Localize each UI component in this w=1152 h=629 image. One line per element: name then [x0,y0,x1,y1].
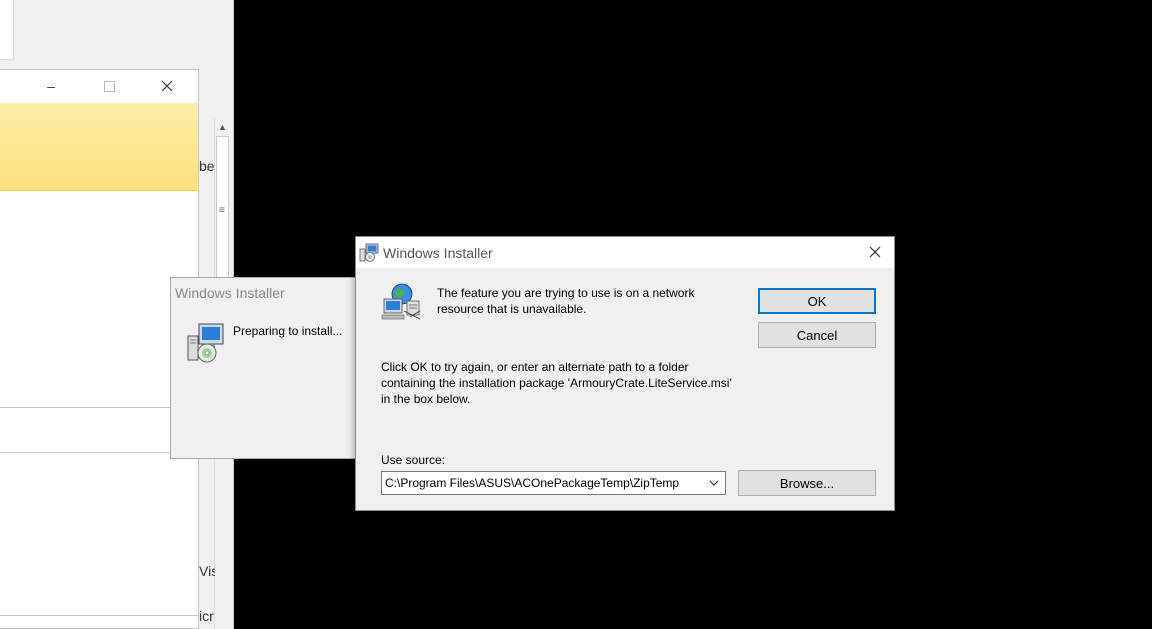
preparing-dialog: Windows Installer Preparing to install..… [170,277,360,459]
background-text-fragment: Vis [199,563,215,579]
dialog-titlebar[interactable]: Windows Installer [356,237,894,268]
cancel-button[interactable]: Cancel [758,322,876,348]
installer-package-icon [185,322,227,364]
divider [0,615,198,616]
use-source-label: Use source: [381,453,446,467]
error-message: The feature you are trying to use is on … [437,286,695,316]
ok-button[interactable]: OK [758,288,876,314]
maximize-icon[interactable] [94,74,124,98]
source-path-combobox[interactable] [381,471,726,495]
minimize-icon[interactable]: – [36,74,66,98]
background-top-strip [0,0,14,60]
divider [0,407,198,408]
background-text-fragment: icr [199,608,214,624]
instruction-message: Click OK to try again, or enter an alter… [381,360,732,406]
divider [0,452,198,453]
preparing-dialog-title: Windows Installer [175,285,285,301]
dialog-title: Windows Installer [383,245,493,261]
background-titlebar: – [0,70,198,102]
preparing-message: Preparing to install... [233,324,343,338]
source-path-input[interactable] [382,472,704,494]
scrollbar-thumb[interactable]: ≡ [216,136,229,286]
background-text-fragment: be [199,158,215,174]
chevron-down-icon[interactable] [705,474,723,492]
installer-title-icon [359,243,379,263]
network-computer-icon [380,281,424,323]
browse-button[interactable]: Browse... [738,470,876,496]
scroll-up-icon[interactable]: ▲ [214,118,231,135]
notification-banner [0,103,198,191]
windows-installer-dialog: Windows Installer The feature you are tr… [355,236,895,511]
close-icon[interactable] [860,239,890,265]
close-icon[interactable] [152,74,182,98]
grip-icon: ≡ [219,205,225,216]
